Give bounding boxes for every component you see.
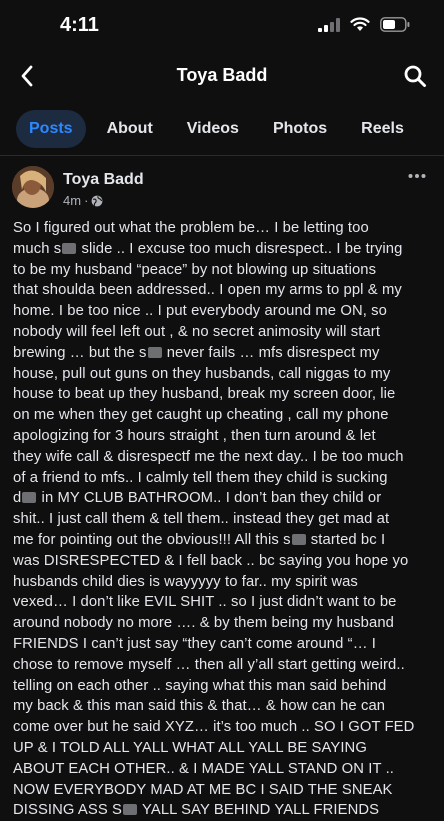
profile-tabs: Posts About Videos Photos Reels xyxy=(16,110,425,148)
post-text-segment: of a friend to mfs.. I calmly tell them … xyxy=(13,469,388,486)
post-text-line: nobody will feel left out , & no secret … xyxy=(13,322,433,343)
post-text-segment: FRIENDS I can’t just say “they can’t com… xyxy=(13,635,377,652)
post-text-line: home. I be too nice .. I put everybody a… xyxy=(13,301,433,322)
tab-videos[interactable]: Videos xyxy=(174,110,252,148)
status-bar: 4:11 xyxy=(0,0,444,52)
post-text-line: telling on each other .. saying what thi… xyxy=(13,676,433,697)
censor-block xyxy=(291,533,306,545)
wifi-icon xyxy=(350,17,370,31)
post-time[interactable]: 4m xyxy=(63,193,81,208)
post-header: Toya Badd 4m · xyxy=(12,164,432,212)
post-text-segment: nobody will feel left out , & no secret … xyxy=(13,323,381,340)
tab-about[interactable]: About xyxy=(94,110,166,148)
post-text-line: house, pull out guns on they husbands, c… xyxy=(13,364,433,385)
post-text-segment: they wife call & disrespectf me the next… xyxy=(13,448,404,465)
more-horizontal-icon xyxy=(408,174,426,178)
censor-block xyxy=(62,242,77,254)
post-text-line: my back & this man said this & that… & h… xyxy=(13,696,433,717)
post-text-segment: on me when they get caught up cheating ,… xyxy=(13,407,389,424)
avatar[interactable] xyxy=(12,166,54,208)
avatar-image xyxy=(12,166,54,208)
post-text-segment: around nobody no more …. & by them being… xyxy=(13,615,395,632)
post-text-segment: in MY CLUB BATHROOM.. I don’t ban they c… xyxy=(37,490,382,507)
tab-posts[interactable]: Posts xyxy=(16,110,86,148)
post-text-segment: chose to remove myself … then all y’all … xyxy=(13,656,405,673)
tab-photos[interactable]: Photos xyxy=(260,110,340,148)
post-text-line: on me when they get caught up cheating ,… xyxy=(13,405,433,426)
post-text-line: come over but he said XYZ… it’s too much… xyxy=(13,717,433,738)
post-text-line: of a friend to mfs.. I calmly tell them … xyxy=(13,468,433,489)
post-text-line: DISSING ASS S YALL SAY BEHIND YALL FRIEN… xyxy=(13,800,433,821)
post-text-line: vexed… I don’t like EVIL SHIT .. so I ju… xyxy=(13,592,433,613)
post-text-segment: house to beat up they husband, break my … xyxy=(13,386,396,403)
post-text-segment: NOW EVERYBODY MAD AT ME BC I SAID THE SN… xyxy=(13,781,393,798)
post-text-line: brewing … but the s never fails … mfs di… xyxy=(13,343,433,364)
post-text-line: around nobody no more …. & by them being… xyxy=(13,613,433,634)
post-text-line: shit.. I just call them & tell them.. in… xyxy=(13,509,433,530)
post-text-segment: husbands child dies is wayyyyy to far.. … xyxy=(13,573,358,590)
post-text-segment: YALL SAY BEHIND YALL FRIENDS xyxy=(138,802,380,819)
post-text-segment: So I figured out what the problem be… I … xyxy=(13,220,369,236)
signal-icon xyxy=(318,17,340,32)
post-text-line: UP & I TOLD ALL YALL WHAT ALL YALL BE SA… xyxy=(13,738,433,759)
nav-bar: Toya Badd xyxy=(0,52,444,102)
post-text-segment: house, pull out guns on they husbands, c… xyxy=(13,365,391,382)
post-text-line: much s slide .. I excuse too much disres… xyxy=(13,239,433,260)
search-icon xyxy=(404,65,426,87)
censor-block xyxy=(147,346,162,358)
tab-reels[interactable]: Reels xyxy=(348,110,417,148)
post-text-segment: ABOUT EACH OTHER.. & I MADE YALL STAND O… xyxy=(13,760,395,777)
post-text-line: ABOUT EACH OTHER.. & I MADE YALL STAND O… xyxy=(13,759,433,780)
post-text-segment: d xyxy=(13,490,22,507)
post-text-line: to be my husband “peace” by not blowing … xyxy=(13,260,433,281)
post-text-line: FRIENDS I can’t just say “they can’t com… xyxy=(13,634,433,655)
post-text-line: So I figured out what the problem be… I … xyxy=(13,218,433,239)
post-text-line: chose to remove myself … then all y’all … xyxy=(13,655,433,676)
post-text-segment: my back & this man said this & that… & h… xyxy=(13,698,386,715)
post-body: So I figured out what the problem be… I … xyxy=(13,218,433,821)
post-text-line: that shoulda been addressed.. I open my … xyxy=(13,280,433,301)
post-text-segment: apologizing for 3 hours straight , then … xyxy=(13,427,376,444)
post-text-segment: UP & I TOLD ALL YALL WHAT ALL YALL BE SA… xyxy=(13,739,367,756)
post-text-line: NOW EVERYBODY MAD AT ME BC I SAID THE SN… xyxy=(13,780,433,801)
censor-block xyxy=(22,492,37,504)
post-text-line: they wife call & disrespectf me the next… xyxy=(13,447,433,468)
post-text-segment: started bc I xyxy=(306,531,386,548)
post-text-segment: was DISRESPECTED & I fell back .. bc say… xyxy=(13,552,409,569)
search-button[interactable] xyxy=(400,61,430,91)
censor-block xyxy=(123,804,138,816)
post-text-line: apologizing for 3 hours straight , then … xyxy=(13,426,433,447)
post-text-line: d in MY CLUB BATHROOM.. I don’t ban they… xyxy=(13,488,433,509)
post-text-segment: home. I be too nice .. I put everybody a… xyxy=(13,303,387,320)
post-text-segment: shit.. I just call them & tell them.. in… xyxy=(13,511,390,528)
post-text-line: was DISRESPECTED & I fell back .. bc say… xyxy=(13,551,433,572)
page-title: Toya Badd xyxy=(176,65,268,85)
divider xyxy=(0,155,444,156)
post-text-segment: much s xyxy=(13,240,62,257)
post-text-segment: telling on each other .. saying what thi… xyxy=(13,677,387,694)
status-icons xyxy=(318,17,410,32)
post-text-segment: to be my husband “peace” by not blowing … xyxy=(13,261,377,278)
post-author[interactable]: Toya Badd xyxy=(63,171,144,189)
globe-icon xyxy=(92,195,103,206)
post-text-segment: brewing … but the s xyxy=(13,344,147,361)
post-meta: 4m · xyxy=(63,193,103,208)
post-text-line: me for pointing out the obvious!!! All t… xyxy=(13,530,433,551)
battery-icon xyxy=(380,17,410,32)
post-text-line: husbands child dies is wayyyyy to far.. … xyxy=(13,572,433,593)
post-text-segment: slide .. I excuse too much disrespect.. … xyxy=(77,240,403,257)
meta-separator: · xyxy=(84,193,89,208)
post-text-segment: never fails … mfs disrespect my xyxy=(162,344,380,361)
post-text-segment: come over but he said XYZ… it’s too much… xyxy=(13,719,415,736)
post-text-segment: that shoulda been addressed.. I open my … xyxy=(13,282,402,299)
post-text-line: house to beat up they husband, break my … xyxy=(13,384,433,405)
post-text-segment: vexed… I don’t like EVIL SHIT .. so I ju… xyxy=(13,594,397,611)
status-time: 4:11 xyxy=(60,14,99,36)
more-options-button[interactable] xyxy=(404,166,430,186)
post-text-segment: me for pointing out the obvious!!! All t… xyxy=(13,531,291,548)
post-text-segment: DISSING ASS S xyxy=(13,802,123,819)
